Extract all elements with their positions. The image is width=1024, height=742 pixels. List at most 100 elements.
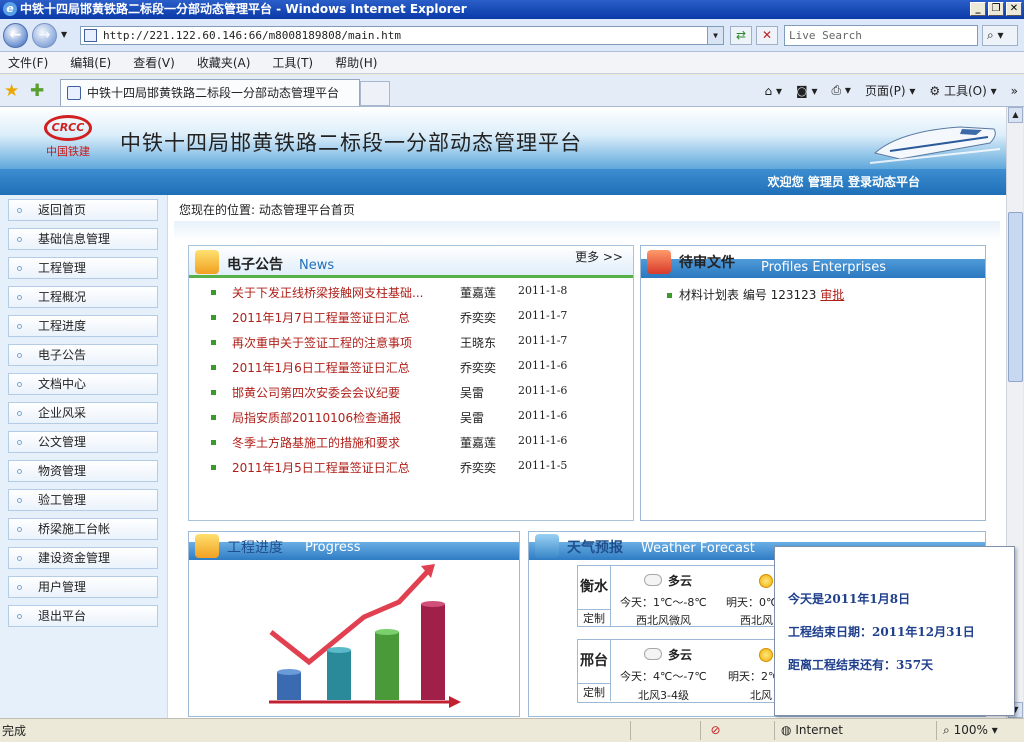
news-author: 董嘉莲 [460,286,497,300]
bullet-icon [17,585,22,590]
news-row[interactable]: 冬季土方路基施工的措施和要求 董嘉莲 2011-1-6 [211,434,631,452]
sidebar-item-label: 企业风采 [38,406,87,420]
sidebar-item-official-docs[interactable]: 公文管理 [8,431,158,453]
weather-tomorrow: 明天：0℃ [726,596,779,609]
chevron-more-icon[interactable]: » [1011,84,1018,98]
page-icon [84,29,97,42]
address-input[interactable]: http://221.122.60.146:66/m8008189808/mai… [80,26,724,45]
customize-link[interactable]: 定制 [578,683,611,701]
feeds-icon[interactable]: ◙ ▾ [796,84,817,98]
bullet-icon [667,293,672,298]
page-menu[interactable]: 页面(P) ▾ [865,82,915,99]
forward-button[interactable]: → [32,23,57,48]
print-icon[interactable]: ⎙ ▾ [832,83,851,98]
menu-file[interactable]: 文件(F) [8,54,48,71]
breadcrumb-divider [174,221,1000,241]
restore-button[interactable]: ❐ [988,2,1004,16]
tools-menu[interactable]: ⚙ 工具(O) ▾ [929,82,996,99]
menu-tools[interactable]: 工具(T) [272,54,313,71]
weather-title-en: Weather Forecast [641,541,755,556]
address-dropdown-icon[interactable]: ▼ [707,27,723,44]
sidebar-item-bridge-ledger[interactable]: 桥梁施工台帐 [8,518,158,540]
news-row[interactable]: 2011年1月6日工程量签证日汇总 乔奕奕 2011-1-6 [211,359,631,377]
site-title: 中铁十四局邯黄铁路二标段一分部动态管理平台 [120,131,582,155]
menu-edit[interactable]: 编辑(E) [70,54,111,71]
news-row[interactable]: 2011年1月7日工程量签证日汇总 乔奕奕 2011-1-7 [211,309,631,327]
approve-link[interactable]: 审批 [820,288,844,302]
back-button[interactable]: ← [3,23,28,48]
globe-icon: ◍ [781,723,792,737]
tab-bar: ★ ✚ 中铁十四局邯黄铁路二标段一分部动态管理平台 ⌂ ▾ ◙ ▾ ⎙ ▾ 页面… [0,75,1024,107]
news-row[interactable]: 关于下发正线桥梁接触网支柱基础... 董嘉莲 2011-1-8 [211,284,631,302]
news-row[interactable]: 再次重申关于签证工程的注意事项 王晓东 2011-1-7 [211,334,631,352]
menu-help[interactable]: 帮助(H) [335,54,377,71]
train-illustration [870,126,1000,164]
sidebar-item-label: 基础信息管理 [38,232,111,246]
sidebar-item-overview[interactable]: 工程概况 [8,286,158,308]
sidebar-item-label: 返回首页 [38,203,87,217]
sidebar-item-label: 电子公告 [38,348,87,362]
favorites-star-icon[interactable]: ★ [4,81,19,101]
sidebar-item-notices[interactable]: 电子公告 [8,344,158,366]
weather-today: 今天：1℃～-8℃ [620,596,707,609]
news-title[interactable]: 冬季土方路基施工的措施和要求 [232,434,442,451]
status-text: 完成 [2,724,27,738]
sidebar-item-home[interactable]: 返回首页 [8,199,158,221]
sidebar-item-progress[interactable]: 工程进度 [8,315,158,337]
scroll-thumb[interactable] [1008,212,1023,382]
bullet-icon [17,614,22,619]
sidebar-item-materials[interactable]: 物资管理 [8,460,158,482]
blocked-icon[interactable]: ⊘ [700,721,730,740]
stop-button[interactable]: ✕ [756,26,778,45]
popup-remaining: 距离工程结束还有：357天 [788,658,934,672]
bullet-icon [211,465,216,470]
home-icon[interactable]: ⌂ ▾ [765,84,782,98]
news-title[interactable]: 2011年1月6日工程量签证日汇总 [232,359,442,376]
close-button[interactable]: ✕ [1006,2,1022,16]
news-row[interactable]: 局指安质部20110106检查通报 吴雷 2011-1-6 [211,409,631,427]
zone-indicator[interactable]: ◍ Internet [774,721,934,740]
menu-favorites[interactable]: 收藏夹(A) [197,54,251,71]
add-favorite-icon[interactable]: ✚ [30,81,44,101]
news-title[interactable]: 再次重申关于签证工程的注意事项 [232,334,442,351]
news-title[interactable]: 2011年1月5日工程量签证日汇总 [232,459,442,476]
news-date: 2011-1-7 [518,334,568,347]
sidebar-item-basic-info[interactable]: 基础信息管理 [8,228,158,250]
news-title[interactable]: 邯黄公司第四次安委会会议纪要 [232,384,442,401]
bullet-icon [17,324,22,329]
news-title[interactable]: 2011年1月7日工程量签证日汇总 [232,309,442,326]
sidebar-item-inspection[interactable]: 验工管理 [8,489,158,511]
zoom-control[interactable]: ⌕ 100% ▾ [936,721,1022,740]
new-tab-button[interactable] [360,81,390,106]
search-input[interactable]: Live Search [784,25,978,46]
page-menu-label: 页面(P) [864,84,906,98]
sidebar-item-company[interactable]: 企业风采 [8,402,158,424]
tab-active[interactable]: 中铁十四局邯黄铁路二标段一分部动态管理平台 [60,79,360,106]
tab-page-icon [67,86,81,100]
sidebar-item-funds[interactable]: 建设资金管理 [8,547,158,569]
window-title: 中铁十四局邯黄铁路二标段一分部动态管理平台 - Windows Internet… [20,2,467,16]
pending-panel-header: 待审文件 Profiles Enterprises [641,246,985,278]
customize-link[interactable]: 定制 [578,609,611,627]
bullet-icon [17,440,22,445]
zoom-label: 100% [953,723,988,737]
news-more-link[interactable]: 更多 >> [575,248,623,265]
news-row[interactable]: 邯黄公司第四次安委会会议纪要 吴雷 2011-1-6 [211,384,631,402]
menu-view[interactable]: 查看(V) [133,54,175,71]
bullet-icon [17,208,22,213]
news-row[interactable]: 2011年1月5日工程量签证日汇总 乔奕奕 2011-1-5 [211,459,631,477]
crcc-logo: CRCC 中国铁建 [38,115,98,163]
news-title[interactable]: 局指安质部20110106检查通报 [232,409,442,426]
history-dropdown-icon[interactable]: ▼ [61,30,67,39]
minimize-button[interactable]: _ [970,2,986,16]
sidebar-item-logout[interactable]: 退出平台 [8,605,158,627]
sidebar-item-documents[interactable]: 文档中心 [8,373,158,395]
news-author: 乔奕奕 [460,311,497,325]
sidebar-item-project[interactable]: 工程管理 [8,257,158,279]
site-banner: CRCC 中国铁建 中铁十四局邯黄铁路二标段一分部动态管理平台 [0,107,1006,169]
sidebar-item-users[interactable]: 用户管理 [8,576,158,598]
news-title[interactable]: 关于下发正线桥梁接触网支柱基础... [232,284,442,301]
refresh-button[interactable]: ⇄ [730,26,752,45]
search-button[interactable]: ⌕ ▾ [982,25,1018,46]
scroll-up-icon[interactable]: ▲ [1008,107,1023,123]
